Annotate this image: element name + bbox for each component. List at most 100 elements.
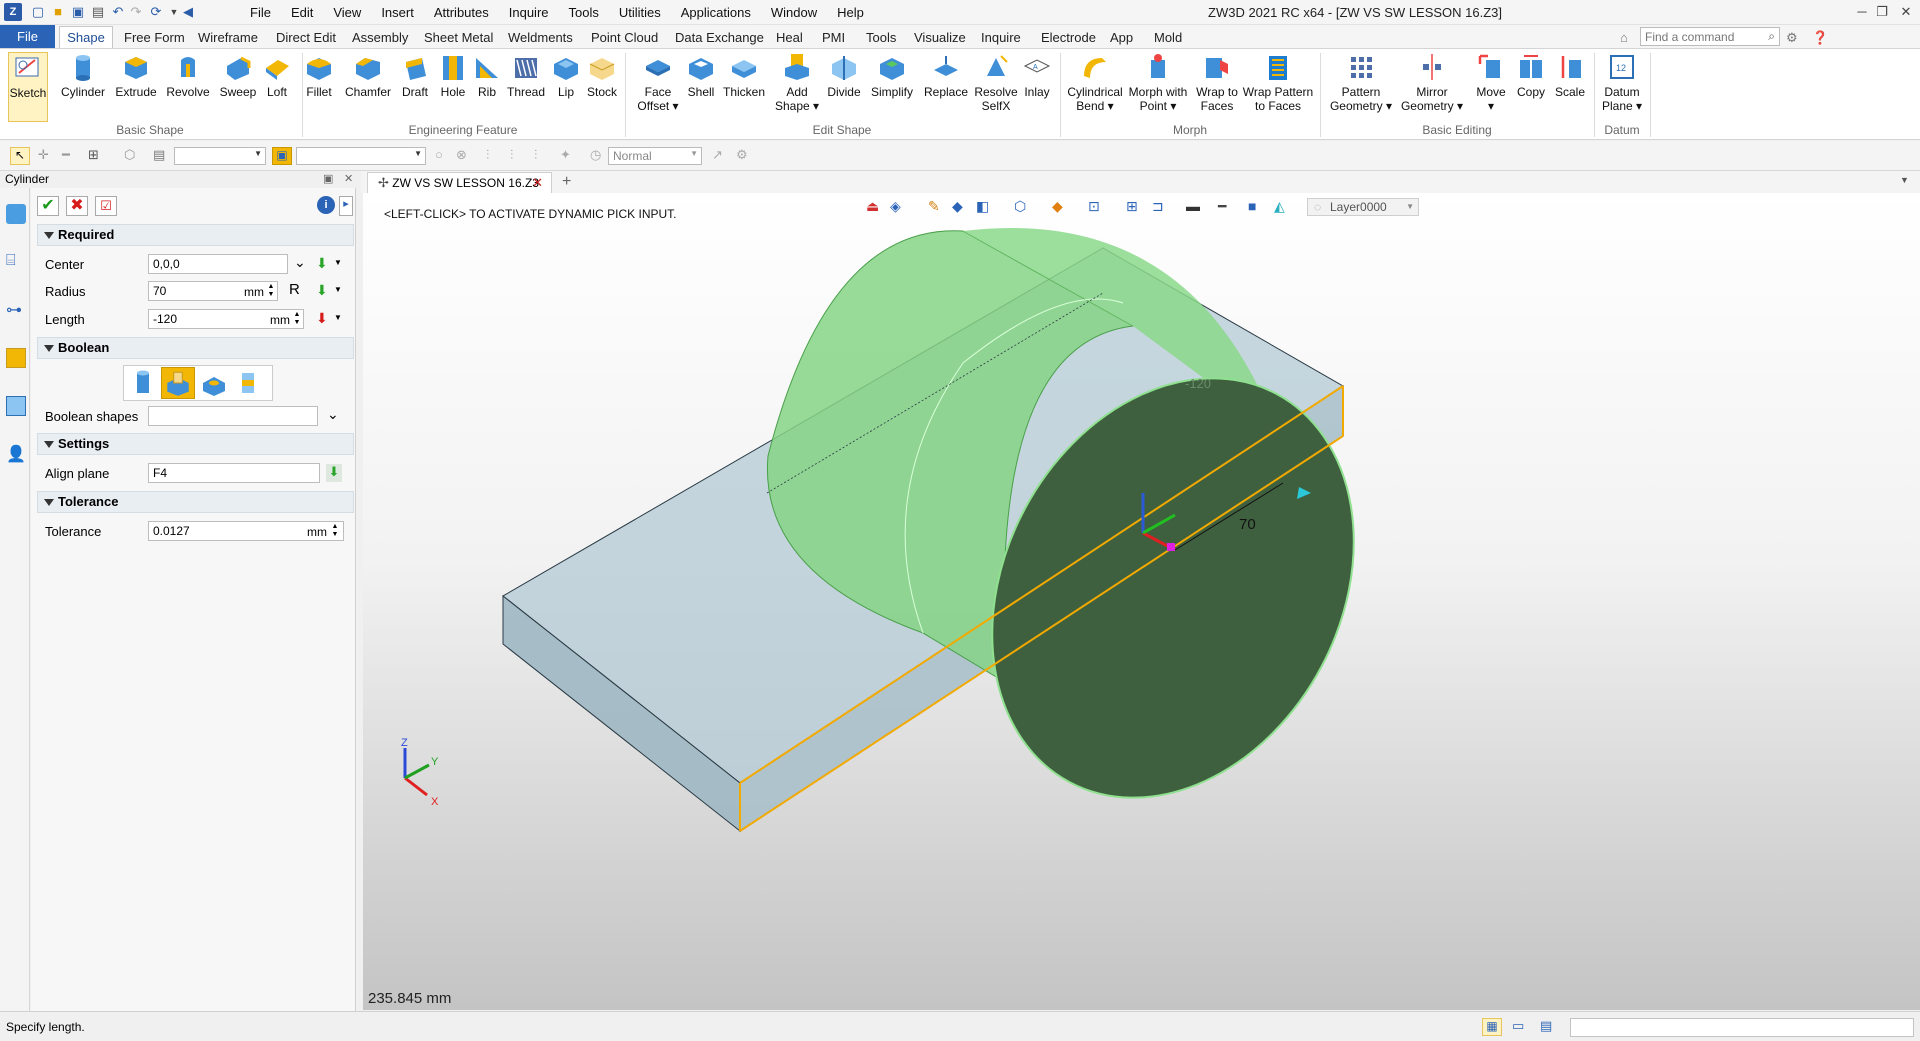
display-style-icon[interactable]: ◧ bbox=[976, 198, 989, 215]
section-view-icon[interactable]: ◆ bbox=[1052, 198, 1063, 215]
back-arrow-icon[interactable]: ◀ bbox=[180, 4, 196, 20]
tab-mold[interactable]: Mold bbox=[1154, 27, 1182, 48]
tab-free-form[interactable]: Free Form bbox=[124, 27, 185, 48]
lip-button[interactable]: Lip bbox=[551, 52, 581, 99]
assembly-manager-icon[interactable]: ⊶ bbox=[6, 300, 26, 320]
measure-view-icon[interactable]: ⊐ bbox=[1152, 198, 1164, 215]
tab-wireframe[interactable]: Wireframe bbox=[198, 27, 258, 48]
extrude-button[interactable]: Extrude bbox=[114, 52, 158, 99]
thread-button[interactable]: Thread bbox=[506, 52, 546, 99]
layer-dropdown[interactable]: ◌ Layer0000 ▼ bbox=[1307, 198, 1419, 216]
add-boolean-button[interactable] bbox=[161, 367, 195, 399]
background-icon[interactable]: ▬ bbox=[1186, 198, 1200, 214]
history-icon[interactable]: ◷ bbox=[590, 147, 601, 163]
menu-attributes[interactable]: Attributes bbox=[424, 3, 499, 23]
section-boolean[interactable]: Boolean bbox=[37, 337, 354, 359]
align-right-icon[interactable]: ⫶ bbox=[534, 147, 537, 163]
tab-pmi[interactable]: PMI bbox=[822, 27, 845, 48]
view-filter-icon[interactable]: ◈ bbox=[890, 198, 901, 215]
radius-spinner[interactable]: ▲ ▼ bbox=[267, 283, 275, 299]
section-settings[interactable]: Settings bbox=[37, 433, 354, 455]
pencil-icon[interactable]: ✎ bbox=[928, 198, 940, 215]
section-tolerance[interactable]: Tolerance bbox=[37, 491, 354, 513]
add-shape-button[interactable]: Add Shape ▾ bbox=[774, 52, 820, 113]
tab-direct-edit[interactable]: Direct Edit bbox=[276, 27, 336, 48]
ok-button[interactable]: ✔ bbox=[37, 196, 59, 216]
history-manager-icon[interactable]: ⌸ bbox=[6, 252, 26, 272]
center-input[interactable]: 0,0,0 bbox=[148, 254, 288, 274]
length-input[interactable]: -120 mm ▲ ▼ bbox=[148, 309, 304, 329]
tab-app[interactable]: App bbox=[1110, 27, 1133, 48]
app-logo-icon[interactable]: Z bbox=[4, 3, 22, 21]
revolve-button[interactable]: Revolve bbox=[164, 52, 212, 99]
divide-button[interactable]: Divide bbox=[824, 52, 864, 99]
tab-data-exchange[interactable]: Data Exchange bbox=[675, 27, 764, 48]
align-center-icon[interactable]: ⫶ bbox=[510, 147, 513, 163]
panel-close-icon[interactable]: ✕ bbox=[344, 171, 353, 188]
tab-list-icon[interactable]: ▼ bbox=[1900, 175, 1909, 185]
redo-icon[interactable]: ↷ bbox=[128, 4, 144, 20]
panel-options-icon[interactable]: ▸ bbox=[339, 196, 353, 216]
panel-pin-icon[interactable]: ▣ bbox=[323, 171, 333, 188]
menu-file[interactable]: File bbox=[240, 3, 281, 23]
render-icon[interactable]: ◆ bbox=[952, 198, 963, 215]
tab-shape[interactable]: Shape bbox=[59, 26, 113, 49]
feature-manager-icon[interactable] bbox=[6, 204, 26, 224]
circle-option-icon[interactable]: ○ bbox=[435, 147, 443, 162]
document-tab[interactable]: ✢ ZW VS SW LESSON 16.Z3 ✕ bbox=[367, 172, 552, 193]
inlay-button[interactable]: A Inlay bbox=[1022, 52, 1052, 99]
wrap-to-faces-button[interactable]: Wrap to Faces bbox=[1192, 52, 1242, 113]
stock-button[interactable]: Stock bbox=[584, 52, 620, 99]
align-plane-input[interactable]: F4 bbox=[148, 463, 320, 483]
regen-icon[interactable]: ⟳ bbox=[148, 4, 164, 20]
morph-with-point-button[interactable]: Morph with Point ▾ bbox=[1126, 52, 1190, 113]
new-tab-icon[interactable]: + bbox=[562, 173, 571, 191]
zoom-icon[interactable]: ⊡ bbox=[1088, 198, 1100, 215]
pick-cursor-icon[interactable]: ↖ bbox=[10, 147, 30, 165]
menu-inquire[interactable]: Inquire bbox=[499, 3, 559, 23]
gear-icon[interactable]: ⚙ bbox=[1786, 27, 1798, 48]
tolerance-spinner[interactable]: ▲ ▼ bbox=[331, 523, 339, 539]
cylinder-button[interactable]: Cylinder bbox=[60, 52, 106, 99]
thicken-button[interactable]: Thicken bbox=[722, 52, 766, 99]
face-color-icon[interactable]: ■ bbox=[1248, 198, 1256, 214]
menu-utilities[interactable]: Utilities bbox=[609, 3, 671, 23]
sweep-button[interactable]: Sweep bbox=[218, 52, 258, 99]
layer-tools-icon[interactable]: ◭ bbox=[1274, 198, 1285, 215]
info-icon[interactable]: i bbox=[317, 196, 335, 214]
menu-tools[interactable]: Tools bbox=[559, 3, 609, 23]
tab-inquire[interactable]: Inquire bbox=[981, 27, 1021, 48]
save-icon[interactable]: ▣ bbox=[70, 4, 86, 20]
scale-button[interactable]: Scale bbox=[1552, 52, 1588, 99]
menu-view[interactable]: View bbox=[323, 3, 371, 23]
pattern-geometry-button[interactable]: Pattern Geometry ▾ bbox=[1326, 52, 1396, 113]
base-body-button[interactable] bbox=[129, 369, 157, 397]
datum-plane-button[interactable]: 12 Datum Plane ▾ bbox=[1598, 52, 1646, 113]
draft-button[interactable]: Draft bbox=[398, 52, 432, 99]
entity-dropdown[interactable]: ▼ bbox=[296, 147, 426, 165]
line-style-icon[interactable]: ━ bbox=[1218, 198, 1226, 215]
tab-assembly[interactable]: Assembly bbox=[352, 27, 408, 48]
undo-icon[interactable]: ↶ bbox=[110, 4, 126, 20]
user-manager-icon[interactable]: 👤 bbox=[6, 444, 26, 464]
tab-weldments[interactable]: Weldments bbox=[508, 27, 573, 48]
align-left-icon[interactable]: ⫶ bbox=[486, 147, 489, 163]
tab-visualize[interactable]: Visualize bbox=[914, 27, 966, 48]
menu-edit[interactable]: Edit bbox=[281, 3, 323, 23]
length-pick-dropdown-icon[interactable]: ▼ bbox=[334, 313, 342, 322]
radius-pick-dropdown-icon[interactable]: ▼ bbox=[334, 285, 342, 294]
tab-tools[interactable]: Tools bbox=[866, 27, 896, 48]
length-pick-icon[interactable]: ⬇ bbox=[316, 310, 328, 327]
restore-icon[interactable]: ❐ bbox=[1870, 2, 1894, 22]
zoom-fit-icon[interactable]: ⊞ bbox=[1126, 198, 1138, 215]
tab-electrode[interactable]: Electrode bbox=[1041, 27, 1096, 48]
status-input[interactable] bbox=[1570, 1018, 1914, 1037]
fillet-button[interactable]: Fillet bbox=[304, 52, 334, 99]
tab-file[interactable]: File bbox=[0, 25, 55, 48]
intersect-boolean-button[interactable] bbox=[233, 369, 263, 397]
layout-icon[interactable]: ▦ bbox=[1482, 1018, 1502, 1036]
rib-button[interactable]: Rib bbox=[472, 52, 502, 99]
apply-button[interactable]: ☑ bbox=[95, 196, 117, 216]
length-dim-text[interactable]: -120 bbox=[1185, 376, 1211, 391]
display-mode-dropdown[interactable]: Normal ▼ bbox=[608, 147, 702, 165]
